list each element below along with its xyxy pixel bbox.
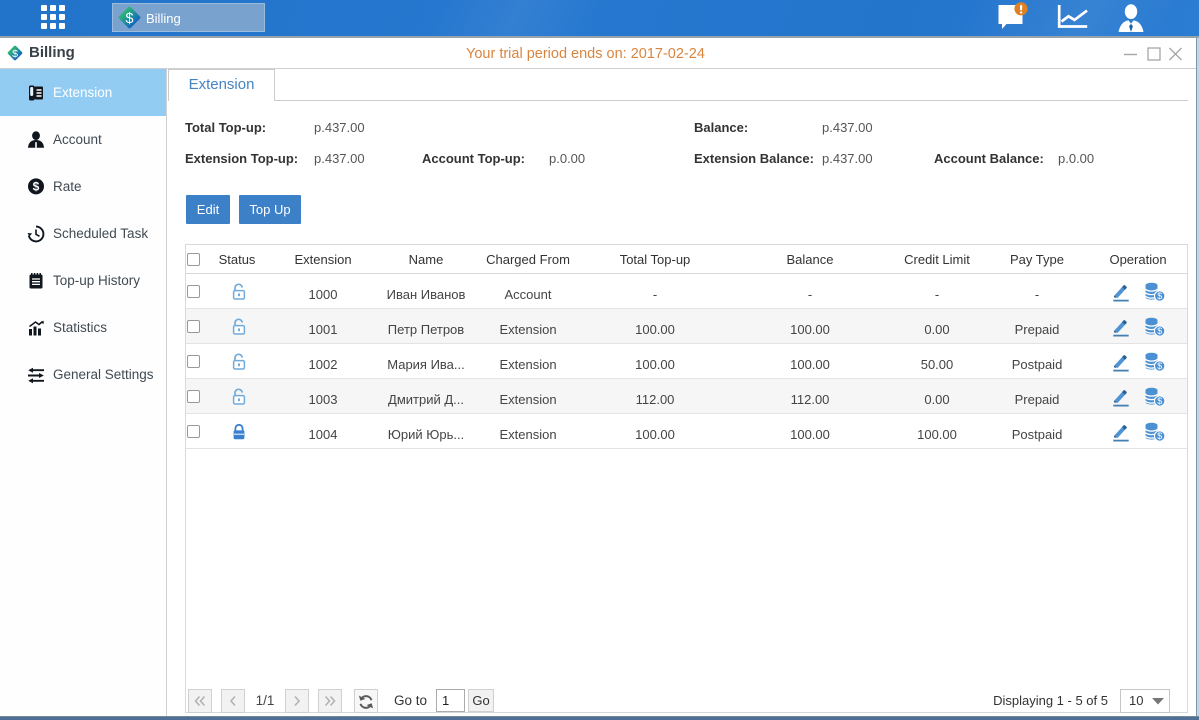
svg-text:$: $: [125, 11, 133, 27]
svg-text:$: $: [33, 180, 40, 194]
svg-text:$: $: [1157, 361, 1162, 371]
svg-text:$: $: [1157, 326, 1162, 336]
svg-text:$: $: [1157, 396, 1162, 406]
svg-text:$: $: [12, 48, 18, 60]
svg-text:$: $: [1157, 291, 1162, 301]
svg-text:$: $: [1157, 431, 1162, 441]
